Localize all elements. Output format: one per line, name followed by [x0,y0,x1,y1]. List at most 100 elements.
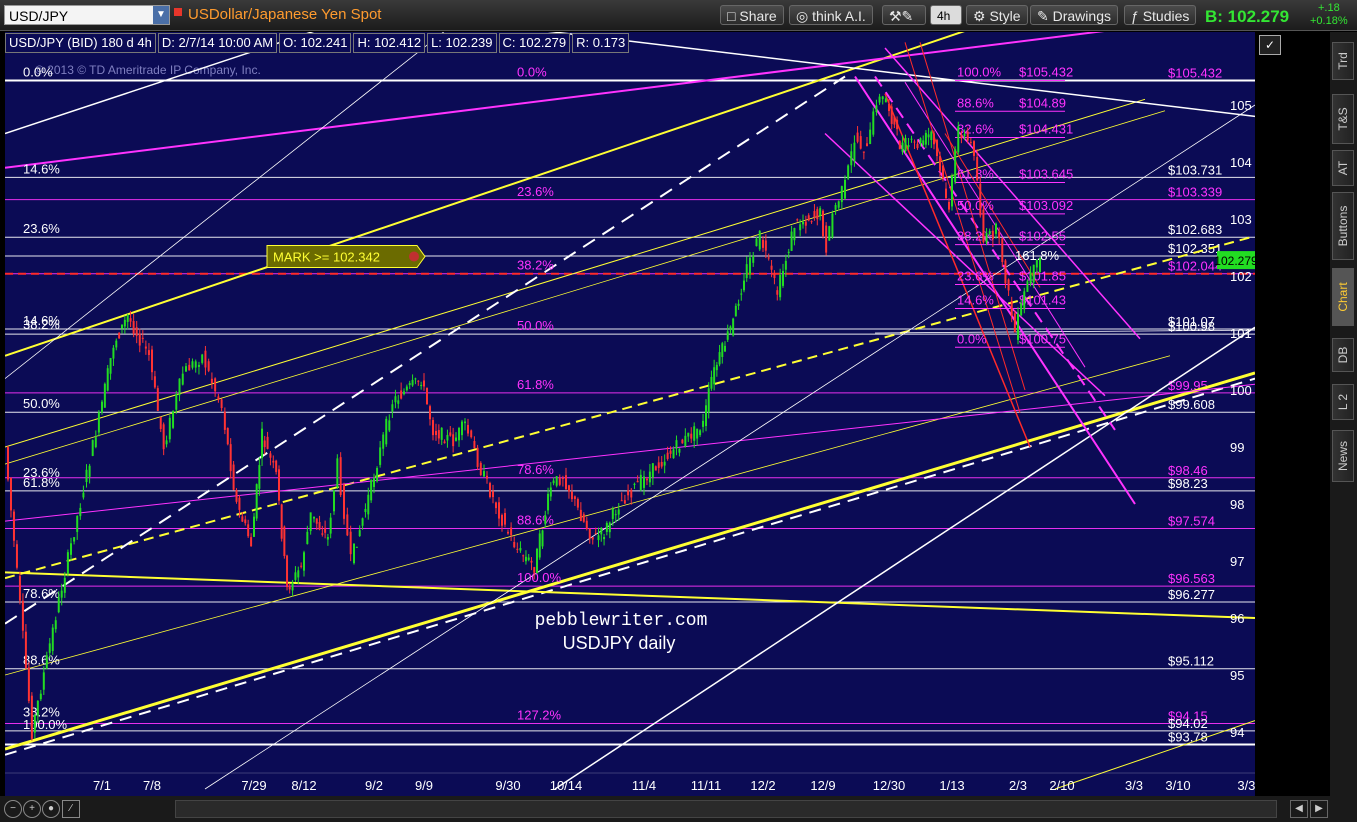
candle-body [916,143,919,149]
candle-body [998,231,1001,239]
candle-body [151,349,153,373]
chart-settings-icon[interactable]: ✓ [1259,35,1281,55]
candle-body [608,522,611,533]
y-tick-label: 105 [1230,98,1252,113]
candle-body [60,590,63,598]
candle-body [813,211,816,218]
scroll-left-icon[interactable]: ◀ [1290,800,1308,818]
candle-body [132,321,135,334]
candle-body [579,509,582,522]
candle-body [426,387,428,405]
symbol-input[interactable]: USD/JPY ▼ [4,5,170,25]
candle-body [1032,264,1035,283]
candle-body [63,577,66,593]
zoom-out-icon[interactable]: − [4,800,22,818]
style-button[interactable]: ⚙ Style [966,5,1028,25]
candle-body [611,508,614,519]
white-dashed-base [5,377,1255,756]
tab-db[interactable]: DB [1332,338,1354,372]
period-button[interactable]: 4h [930,5,962,25]
share-button[interactable]: □ Share [720,5,784,25]
candle-body [272,460,275,463]
candle-body [636,480,639,483]
tab-buttons[interactable]: Buttons [1332,192,1354,260]
x-tick-label: 12/9 [810,778,835,793]
candle-body [718,352,721,365]
fib-mid-label: 0.0% [517,64,547,79]
tab-time-sales[interactable]: T&S [1332,94,1354,144]
candle-body [549,487,552,497]
candle-body [804,221,807,226]
candle-body [201,354,204,363]
studies-button[interactable]: ƒ Studies [1124,5,1197,25]
drawings-button[interactable]: ✎ Drawings [1030,5,1118,25]
candle-body [9,477,12,511]
zoom-reset-icon[interactable]: ● [42,800,60,818]
candle-body [541,530,544,547]
candle-body [678,448,681,453]
crosshair-icon[interactable]: ∕ [62,800,80,818]
candle-body [516,548,519,550]
candle-body [904,137,907,151]
candle-body [776,290,779,295]
level-label: $99.608 [1168,397,1215,412]
tools-icon[interactable]: ⚒✎ [882,5,926,25]
candle-body [675,440,678,449]
candle-body [901,142,904,152]
candle-body [349,531,352,555]
candle-body [844,179,846,199]
candle-body [552,480,555,484]
candle-body [452,434,455,447]
tab-trd[interactable]: Trd [1332,42,1354,80]
candle-body [106,368,109,391]
candle-body [329,517,332,534]
candle-body [24,631,27,668]
symbol-dropdown-icon[interactable]: ▼ [153,6,169,24]
fib-right-price: $100.75 [1019,331,1066,346]
candle-body [82,492,85,498]
tab-at[interactable]: AT [1332,150,1354,186]
candle-body [275,460,278,472]
candle-body [370,480,373,501]
candle-body [333,490,335,512]
x-tick-label: 7/8 [143,778,161,793]
x-tick-label: 7/29 [241,778,266,793]
horizontal-scrollbar[interactable] [175,800,1277,818]
candle-body [397,400,400,404]
scroll-right-icon[interactable]: ▶ [1310,800,1328,818]
candle-body [623,500,626,504]
candle-body [570,491,573,500]
y-tick-label: 100 [1230,383,1252,398]
tab-level2[interactable]: L 2 [1332,384,1354,420]
candle-body [825,225,828,253]
candle-body [207,361,210,371]
candle-body [66,552,69,574]
candle-body [945,188,947,199]
zoom-in-icon[interactable]: + [23,800,41,818]
candle-body [802,221,804,225]
candle-body [258,465,261,489]
tab-news[interactable]: News [1332,430,1354,482]
candle-body [1007,279,1010,291]
candle-body [57,597,60,613]
candle-body [565,475,567,490]
candle-body [536,548,538,574]
candle-body [178,378,181,396]
candle-body [27,667,30,702]
y-tick-label: 103 [1230,212,1252,227]
candle-body [522,555,525,557]
chart-area[interactable]: © 2013 © TD Ameritrade IP Company, Inc. $… [5,32,1255,796]
candle-body [250,537,253,547]
think-ai-button[interactable]: ◎ think A.I. [789,5,873,25]
x-tick-label: 9/2 [365,778,383,793]
candle-body [288,586,291,590]
fib-left-label: 100.0% [23,717,68,732]
candle-body [702,420,705,427]
tab-chart[interactable]: Chart [1332,268,1354,326]
candle-body [364,508,367,513]
y-tick-label: 97 [1230,554,1244,569]
candle-body [70,543,73,555]
candle-body [97,412,100,433]
candle-body [498,502,500,519]
candle-body [707,388,710,413]
